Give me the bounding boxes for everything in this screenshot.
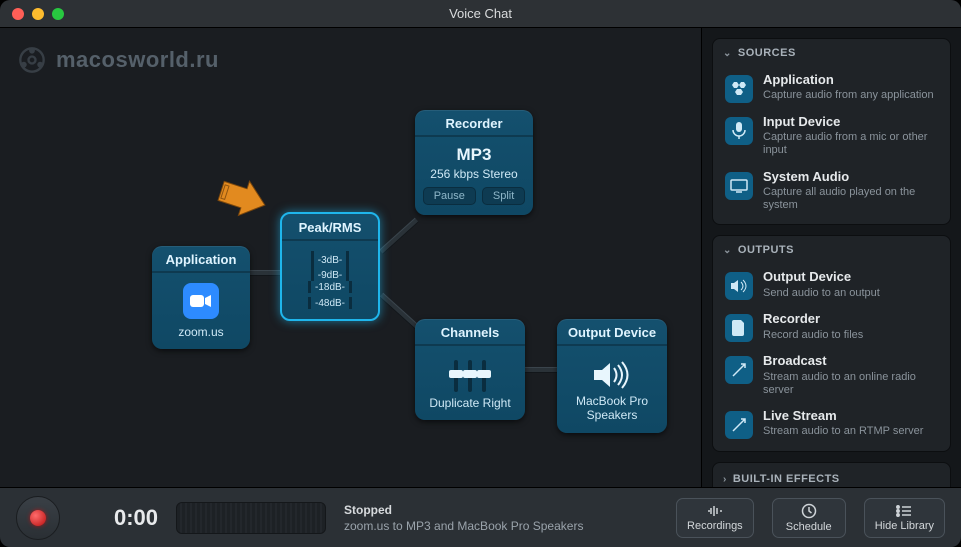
schedule-button[interactable]: Schedule	[772, 498, 846, 538]
speaker-icon	[565, 352, 659, 394]
app-icon	[725, 75, 753, 103]
record-button[interactable]	[16, 496, 60, 540]
library-sidebar: ⌄SOURCES ApplicationCapture audio from a…	[701, 28, 961, 487]
traffic-lights	[0, 8, 64, 20]
node-label: zoom.us	[160, 325, 242, 339]
chevron-down-icon: ⌄	[723, 245, 732, 256]
globe-icon	[18, 46, 46, 74]
connector	[379, 293, 419, 330]
panel-header[interactable]: ⌄OUTPUTS	[713, 236, 950, 264]
status: Stopped zoom.us to MP3 and MacBook Pro S…	[344, 503, 583, 533]
output-broadcast[interactable]: BroadcastStream audio to an online radio…	[719, 348, 944, 403]
pause-button[interactable]: Pause	[423, 187, 476, 205]
peak-level: -9dB-	[318, 270, 342, 281]
panel-effects[interactable]: ›BUILT-IN EFFECTS	[712, 462, 951, 487]
speaker-icon	[725, 272, 753, 300]
output-live-stream[interactable]: Live StreamStream audio to an RTMP serve…	[719, 403, 944, 445]
output-recorder[interactable]: RecorderRecord audio to files	[719, 306, 944, 348]
monitor-icon	[725, 172, 753, 200]
close-icon[interactable]	[12, 8, 24, 20]
recordings-button[interactable]: Recordings	[676, 498, 754, 538]
window-title: Voice Chat	[0, 6, 961, 21]
node-header: Output Device	[557, 319, 667, 346]
panel-outputs: ⌄OUTPUTS Output DeviceSend audio to an o…	[712, 235, 951, 452]
channels-mode: Duplicate Right	[423, 396, 517, 410]
node-header: Recorder	[415, 110, 533, 137]
broadcast-icon	[725, 356, 753, 384]
peak-level: -3dB-	[318, 255, 342, 266]
peak-level: -18dB-	[315, 282, 345, 293]
recorder-format: MP3	[423, 145, 525, 165]
watermark: macosworld.ru	[18, 46, 219, 74]
clock-icon	[801, 503, 817, 519]
output-device-label: MacBook Pro Speakers	[565, 394, 659, 423]
panel-sources: ⌄SOURCES ApplicationCapture audio from a…	[712, 38, 951, 225]
node-channels[interactable]: Channels Duplicate Right	[415, 319, 525, 420]
canvas[interactable]: macosworld.ru Application	[0, 28, 701, 487]
titlebar: Voice Chat	[0, 0, 961, 28]
node-header: Peak/RMS	[282, 214, 378, 241]
node-application[interactable]: Application zoom.us	[152, 246, 250, 349]
stream-icon	[725, 411, 753, 439]
node-header: Application	[152, 246, 250, 273]
minimize-icon[interactable]	[32, 8, 44, 20]
source-system-audio[interactable]: System AudioCapture all audio played on …	[719, 164, 944, 219]
panel-header[interactable]: ›BUILT-IN EFFECTS	[713, 463, 950, 487]
node-recorder[interactable]: Recorder MP3 256 kbps Stereo Pause Split	[415, 110, 533, 215]
channel-sliders-icon	[423, 352, 517, 396]
status-state: Stopped	[344, 503, 583, 517]
output-output-device[interactable]: Output DeviceSend audio to an output	[719, 264, 944, 306]
footer: 0:00 Stopped zoom.us to MP3 and MacBook …	[0, 487, 961, 547]
node-header: Channels	[415, 319, 525, 346]
node-output-device[interactable]: Output Device MacBook Pro Speakers	[557, 319, 667, 433]
node-peak-rms[interactable]: Peak/RMS -3dB- -9dB- -18dB- -48dB-	[280, 212, 380, 321]
waveform-icon	[706, 504, 724, 518]
mic-icon	[725, 117, 753, 145]
source-application[interactable]: ApplicationCapture audio from any applic…	[719, 67, 944, 109]
record-icon	[30, 510, 46, 526]
panel-header[interactable]: ⌄SOURCES	[713, 39, 950, 67]
recorder-quality: 256 kbps Stereo	[423, 167, 525, 181]
source-input-device[interactable]: Input DeviceCapture audio from a mic or …	[719, 109, 944, 164]
zoom-app-icon	[183, 283, 219, 319]
peak-level: -48dB-	[315, 298, 345, 309]
chevron-right-icon: ›	[723, 474, 727, 485]
arrow-annotation-icon	[216, 178, 276, 224]
hide-library-button[interactable]: Hide Library	[864, 498, 945, 538]
maximize-icon[interactable]	[52, 8, 64, 20]
file-icon	[725, 314, 753, 342]
level-meter	[176, 502, 326, 534]
list-icon	[895, 504, 913, 518]
connector	[379, 218, 419, 255]
chevron-down-icon: ⌄	[723, 48, 732, 59]
status-detail: zoom.us to MP3 and MacBook Pro Speakers	[344, 519, 583, 533]
split-button[interactable]: Split	[482, 187, 525, 205]
timer: 0:00	[78, 505, 158, 531]
app-window: Voice Chat macosworld.ru Applic	[0, 0, 961, 547]
watermark-text: macosworld.ru	[56, 47, 219, 73]
